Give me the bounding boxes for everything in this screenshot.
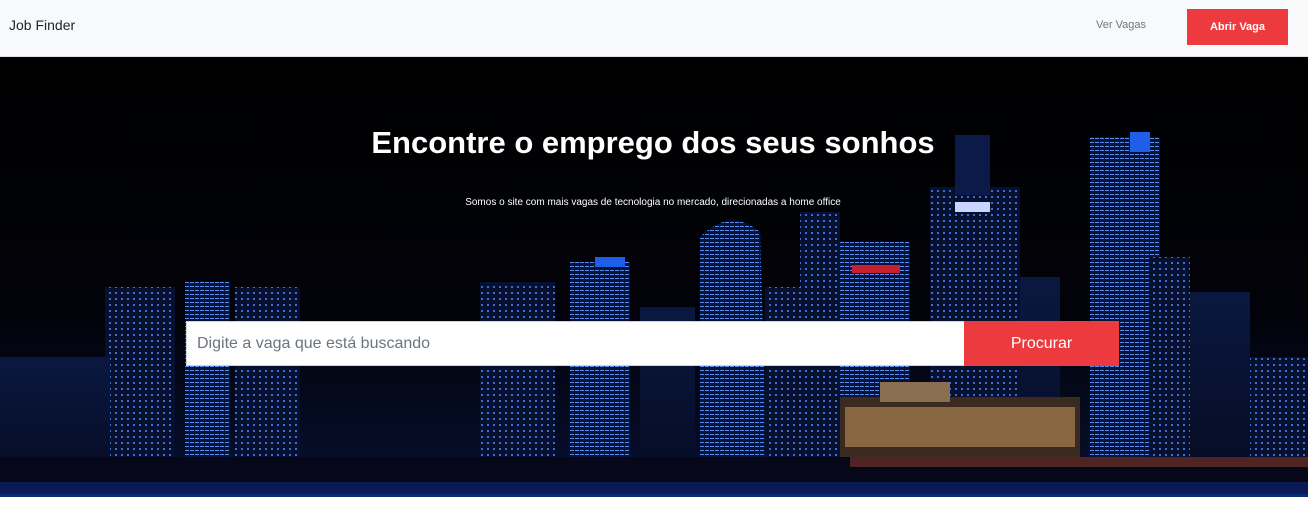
procurar-button[interactable]: Procurar [964,321,1119,366]
ver-vagas-link[interactable]: Ver Vagas [1096,19,1146,31]
hero-subtitle: Somos o site com mais vagas de tecnologi… [465,197,841,208]
job-search-input[interactable] [186,321,964,366]
brand-logo[interactable]: Job Finder [9,17,75,33]
city-skyline-background [0,57,1308,494]
navbar: Job Finder Ver Vagas Abrir Vaga [0,0,1308,57]
hero-bottom-bar [0,494,1308,497]
hero-title: Encontre o emprego dos seus sonhos [371,125,935,160]
hero-section: Encontre o emprego dos seus sonhos Somos… [0,57,1308,494]
abrir-vaga-button[interactable]: Abrir Vaga [1187,9,1288,45]
